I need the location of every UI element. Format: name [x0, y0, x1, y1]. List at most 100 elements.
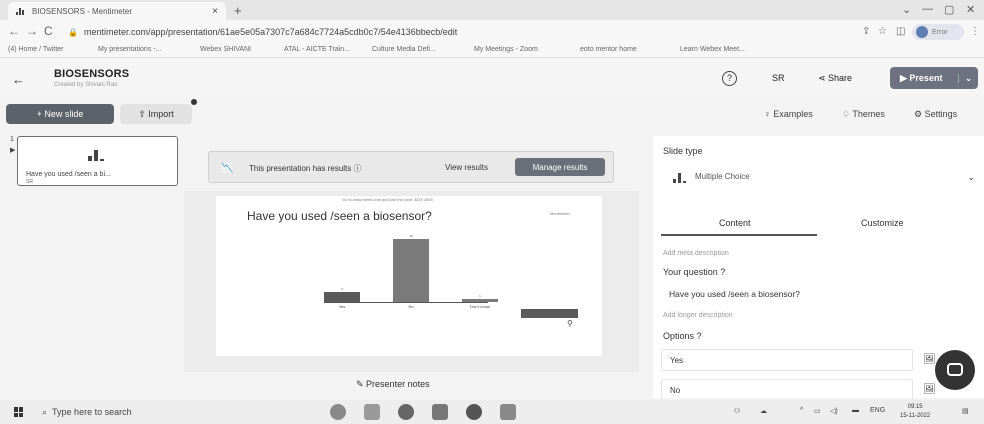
browser-tab[interactable]: BIOSENSORS - Mentimeter ×: [8, 2, 226, 20]
maximize-icon[interactable]: ▢: [944, 3, 954, 16]
voting-closed-badge: [521, 309, 578, 318]
tab-title: BIOSENSORS - Mentimeter: [32, 6, 133, 16]
back-arrow-icon[interactable]: ←: [12, 72, 25, 87]
slide-number: 1: [10, 136, 14, 143]
close-window-icon[interactable]: ✕: [966, 3, 975, 16]
option-input[interactable]: Yes: [661, 349, 913, 371]
bookmark-item[interactable]: Webex SHIVANI: [200, 46, 251, 53]
presentation-author: Created by Shivani Rao: [54, 82, 118, 88]
tab-search-chevron-icon[interactable]: ⌄: [902, 3, 911, 16]
tab-content[interactable]: Content: [719, 218, 751, 228]
gear-icon: ⚙: [914, 109, 925, 119]
tab-customize[interactable]: Customize: [861, 218, 904, 228]
notification-dot: [191, 99, 197, 105]
bar-chart-icon: [673, 172, 686, 183]
app-header: ← BIOSENSORS Created by Shivani Rao ? SR…: [0, 58, 984, 98]
taskbar-search[interactable]: ⌕ Type here to search: [38, 403, 208, 421]
present-label: Present: [909, 73, 943, 83]
chevron-down-icon: ⌄: [967, 172, 975, 182]
chrome-icon[interactable]: [466, 404, 482, 420]
slide-preview[interactable]: Go to www.menti.com and use the code 321…: [216, 196, 602, 356]
slide-type-label: Slide type: [663, 146, 703, 156]
slide-thumbnail[interactable]: Have you used /seen a bi... SR: [17, 136, 178, 186]
forward-arrow-icon[interactable]: →: [26, 24, 38, 38]
edge-browser-icon[interactable]: [398, 404, 414, 420]
file-explorer-icon[interactable]: [364, 404, 380, 420]
settings-button[interactable]: ⚙ Settings: [914, 109, 957, 120]
thumbnail-question: Have you used /seen a bi...: [26, 171, 111, 178]
add-longer-description-link[interactable]: Add longer description: [663, 312, 733, 319]
themes-button[interactable]: ♢ Themes: [842, 109, 885, 120]
back-arrow-icon[interactable]: ←: [8, 24, 20, 38]
bookmarks-bar: (4) Home / Twitter My presentations -...…: [0, 44, 984, 58]
volume-icon[interactable]: ◁): [830, 407, 838, 415]
windows-start-icon[interactable]: [14, 407, 24, 417]
chart-value-label: 1: [479, 293, 481, 298]
question-input[interactable]: Have you used /seen a biosensor?: [669, 289, 800, 299]
import-label: Import: [148, 109, 174, 119]
upload-icon: ⇧: [138, 108, 149, 119]
system-clock[interactable]: 09:15 15-11-2022: [900, 403, 930, 421]
bookmark-item[interactable]: (4) Home / Twitter: [8, 46, 64, 53]
reload-icon[interactable]: C: [44, 24, 53, 38]
image-icon[interactable]: 🖼: [923, 384, 936, 395]
bookmark-item[interactable]: eoto mentor home: [580, 46, 637, 53]
bookmark-star-icon[interactable]: ☆: [878, 26, 887, 37]
chart-value-label: 19: [409, 234, 413, 239]
image-icon[interactable]: 🖼: [923, 354, 936, 365]
tray-overflow-icon[interactable]: ^: [800, 407, 803, 414]
bookmark-item[interactable]: My Meetings - Zoom: [474, 46, 538, 53]
add-meta-description-link[interactable]: Add meta description: [663, 250, 729, 257]
view-results-link[interactable]: View results: [445, 163, 488, 172]
present-button[interactable]: ▶ Present ⌄: [890, 67, 978, 89]
chat-support-button[interactable]: [935, 350, 975, 390]
examples-button[interactable]: ♀ Examples: [764, 109, 813, 119]
address-bar-row: ← → C 🔒 mentimeter.com/app/presentation/…: [0, 20, 984, 44]
share-page-icon[interactable]: ⇪: [862, 26, 870, 37]
presenter-notes-button[interactable]: ✎ Presenter notes: [356, 379, 430, 390]
profile-label: Error: [932, 28, 948, 36]
user-initials-button[interactable]: SR: [772, 73, 785, 83]
chart-category-label: Don't know: [470, 304, 490, 309]
new-tab-button[interactable]: +: [234, 3, 242, 18]
task-view-icon[interactable]: [330, 404, 346, 420]
mail-icon[interactable]: [500, 404, 516, 420]
option-input[interactable]: No: [661, 379, 913, 401]
import-button[interactable]: ⇧ Import: [120, 104, 192, 124]
language-indicator[interactable]: ENG: [870, 407, 885, 414]
close-tab-icon[interactable]: ×: [212, 6, 218, 17]
minimize-icon[interactable]: —: [922, 3, 933, 15]
browser-tab-strip: BIOSENSORS - Mentimeter × + ⌄ — ▢ ✕: [0, 0, 984, 20]
onedrive-icon[interactable]: ☁: [760, 407, 767, 415]
clock-time: 09:15: [907, 404, 923, 410]
store-icon[interactable]: [432, 404, 448, 420]
share-button[interactable]: ⋖ Share: [818, 73, 852, 84]
present-options-chevron-icon[interactable]: ⌄: [958, 73, 978, 83]
help-icon[interactable]: ?: [722, 71, 737, 86]
bookmark-item[interactable]: ATAL - AICTE Train...: [284, 46, 350, 53]
info-icon[interactable]: ⓘ: [354, 164, 362, 173]
manage-results-button[interactable]: Manage results: [515, 158, 605, 176]
people-icon[interactable]: ⚇: [734, 407, 740, 415]
bookmark-item[interactable]: My presentations -...: [98, 46, 161, 53]
bookmark-item[interactable]: Learn Webex Meet...: [680, 46, 745, 53]
presenter-notes-label: Presenter notes: [366, 379, 430, 389]
url-field[interactable]: 🔒 mentimeter.com/app/presentation/61ae5e…: [64, 23, 784, 41]
join-instructions: Go to www.menti.com and use the code 321…: [342, 197, 433, 202]
bookmark-item[interactable]: Culture Media Defi...: [372, 46, 436, 53]
menu-dots-icon[interactable]: ⋮: [970, 26, 980, 37]
network-icon[interactable]: ▭: [814, 407, 821, 415]
battery-icon[interactable]: ▬: [852, 407, 859, 414]
profile-button[interactable]: Error: [912, 24, 964, 40]
options-label: Options ?: [663, 331, 702, 341]
new-slide-button[interactable]: + New slide: [6, 104, 114, 124]
slide-type-dropdown[interactable]: Multiple Choice ⌄: [663, 164, 981, 190]
pencil-icon: ✎: [356, 379, 367, 389]
chat-bubble-icon: [947, 363, 963, 376]
sidebar-icon[interactable]: ◫: [896, 26, 905, 37]
slide-play-icon: ▶: [10, 147, 16, 154]
thumbnail-initials: SR: [26, 179, 33, 185]
notifications-icon[interactable]: ▤: [962, 407, 969, 415]
themes-label: Themes: [852, 109, 885, 119]
presentation-title: BIOSENSORS: [54, 68, 130, 80]
